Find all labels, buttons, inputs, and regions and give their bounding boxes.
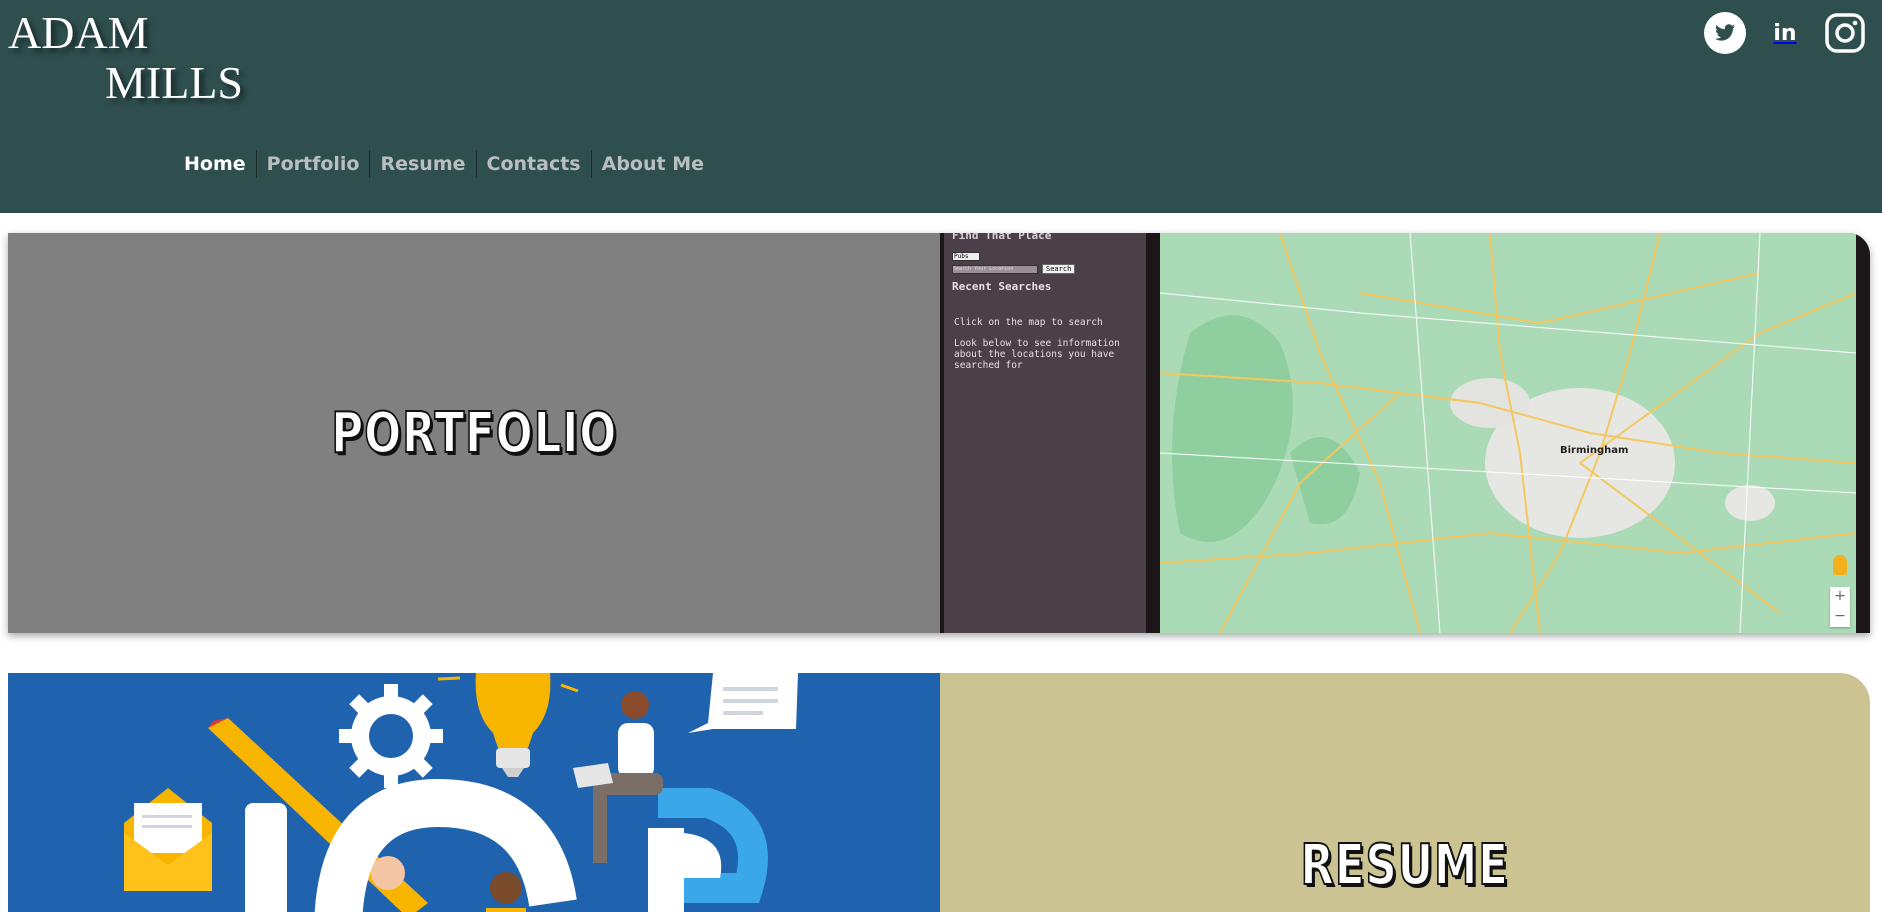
job-illustration-graphic [8, 673, 940, 912]
preview-app-title: Find That Place [952, 233, 1052, 242]
linkedin-link[interactable]: in [1764, 12, 1806, 54]
nav-portfolio[interactable]: Portfolio [255, 150, 370, 178]
site-header: ADAM MILLS Home Portfolio Resume Contact… [0, 0, 1882, 213]
preview-category-select: Pubs [952, 252, 980, 261]
portfolio-card[interactable]: PORTFOLIO Find That Place Pubs Search Yo… [8, 233, 1870, 633]
logo-first-name: ADAM [8, 7, 149, 58]
portfolio-preview-screenshot: Find That Place Pubs Search Your Locatio… [940, 233, 1870, 633]
portfolio-label-pane: PORTFOLIO [8, 233, 940, 633]
resume-label-pane: RESUME [940, 673, 1870, 912]
main-nav: Home Portfolio Resume Contacts About Me [176, 148, 714, 180]
gear-icon [339, 684, 443, 788]
resume-title: RESUME [1300, 832, 1510, 899]
envelope-icon [124, 788, 212, 891]
preview-recent-heading: Recent Searches [952, 280, 1052, 293]
resume-card[interactable]: RESUME [8, 673, 1870, 912]
preview-sidebar: Find That Place Pubs Search Your Locatio… [944, 233, 1146, 633]
nav-home[interactable]: Home [176, 150, 256, 178]
twitter-link[interactable] [1704, 12, 1746, 54]
nav-about-me[interactable]: About Me [590, 150, 714, 178]
preview-hint-click: Click on the map to search [954, 317, 1103, 328]
map-roads-graphic [1160, 233, 1856, 633]
twitter-icon [1704, 12, 1746, 54]
map-zoom-out-button: − [1830, 607, 1850, 627]
instagram-icon [1825, 13, 1865, 53]
preview-hint-info: Look below to see information about the … [954, 338, 1120, 371]
preview-map: Birmingham + − [1160, 233, 1856, 633]
map-zoom-in-button: + [1830, 587, 1850, 607]
nav-resume[interactable]: Resume [369, 150, 475, 178]
logo-last-name: MILLS [105, 57, 243, 108]
preview-search-input: Search Your Location [952, 264, 1038, 274]
map-city-label: Birmingham [1560, 445, 1629, 456]
map-pegman-icon [1833, 555, 1847, 575]
site-logo[interactable]: ADAM MILLS [8, 8, 243, 108]
portfolio-title: PORTFOLIO [330, 400, 617, 467]
preview-search-button: Search [1042, 264, 1076, 274]
resume-illustration [8, 673, 940, 912]
nav-contacts[interactable]: Contacts [475, 150, 591, 178]
social-links: in [1704, 12, 1866, 54]
linkedin-icon: in [1773, 20, 1797, 46]
instagram-link[interactable] [1824, 12, 1866, 54]
